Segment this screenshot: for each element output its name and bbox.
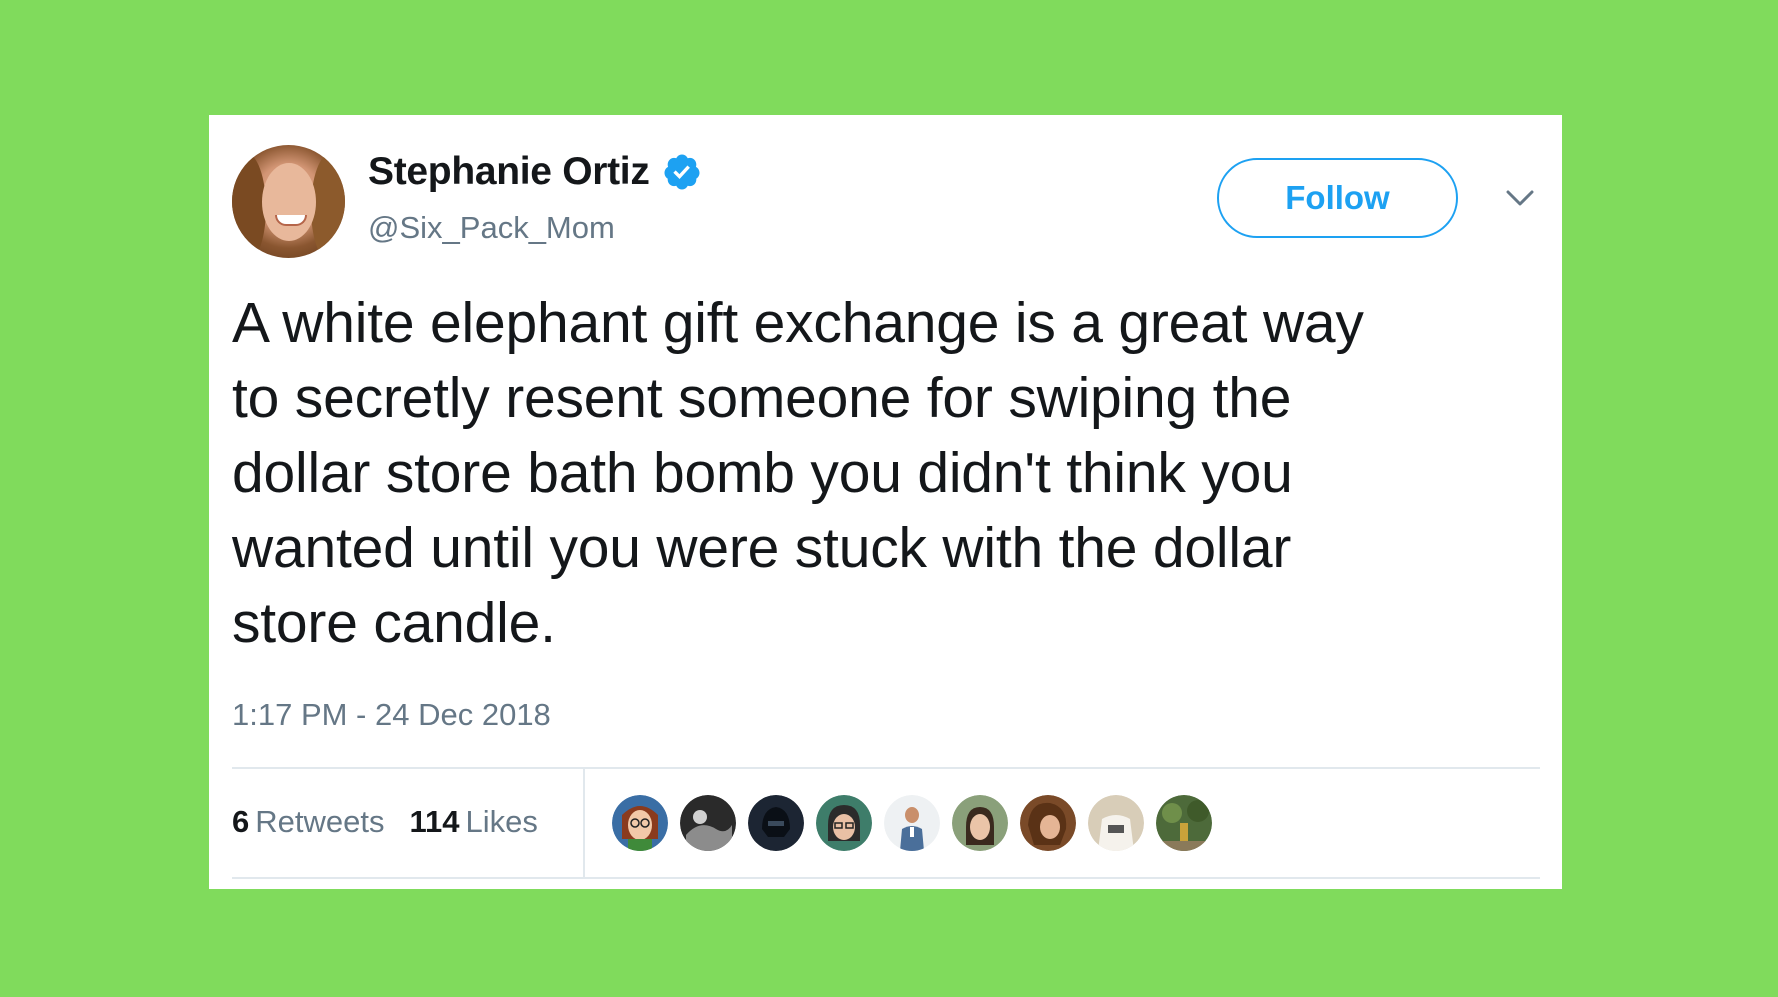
retweets-count: 6 <box>232 804 250 839</box>
avatar[interactable] <box>232 145 345 258</box>
liker-avatar[interactable] <box>952 795 1008 851</box>
person-avatar-icon <box>952 795 1008 851</box>
follow-button[interactable]: Follow <box>1217 158 1458 238</box>
tweet-card: Stephanie Ortiz @Six_Pack_Mom Follow A w… <box>209 115 1562 889</box>
person-avatar-icon <box>1020 795 1076 851</box>
divider-bottom <box>232 877 1540 879</box>
landscape-avatar-icon <box>1156 795 1212 851</box>
shirt-avatar-icon <box>1088 795 1144 851</box>
liker-avatar[interactable] <box>1020 795 1076 851</box>
stats-row: 6 Retweets 114 Likes <box>232 767 563 877</box>
helmet-avatar-icon <box>748 795 804 851</box>
person-avatar-icon <box>816 795 872 851</box>
likes-count: 114 <box>409 804 460 839</box>
display-name[interactable]: Stephanie Ortiz <box>368 150 650 194</box>
likes-label: Likes <box>465 804 538 839</box>
stats-divider <box>583 769 585 877</box>
avatar-face <box>262 163 316 241</box>
name-row: Stephanie Ortiz <box>368 150 702 194</box>
likers-avatar-list <box>612 794 1224 852</box>
tweet-timestamp[interactable]: 1:17 PM - 24 Dec 2018 <box>232 697 551 733</box>
retweets-stat[interactable]: 6 Retweets <box>232 804 384 840</box>
avatar-hair-left <box>232 153 266 258</box>
liker-avatar[interactable] <box>1088 795 1144 851</box>
likes-stat[interactable]: 114 Likes <box>409 804 537 840</box>
avatar-hair-right <box>311 153 345 258</box>
tweet-text: A white elephant gift exchange is a grea… <box>232 291 1364 655</box>
photo-avatar-icon <box>680 795 736 851</box>
liker-avatar[interactable] <box>884 795 940 851</box>
person-avatar-icon <box>884 795 940 851</box>
liker-avatar[interactable] <box>1156 795 1212 851</box>
liker-avatar[interactable] <box>612 795 668 851</box>
liker-avatar[interactable] <box>816 795 872 851</box>
liker-avatar[interactable] <box>748 795 804 851</box>
chevron-down-icon[interactable] <box>1504 187 1536 209</box>
user-handle[interactable]: @Six_Pack_Mom <box>368 210 615 246</box>
verified-badge-icon <box>664 154 700 190</box>
cartoon-avatar-icon <box>612 795 668 851</box>
liker-avatar[interactable] <box>680 795 736 851</box>
retweets-label: Retweets <box>255 804 385 839</box>
